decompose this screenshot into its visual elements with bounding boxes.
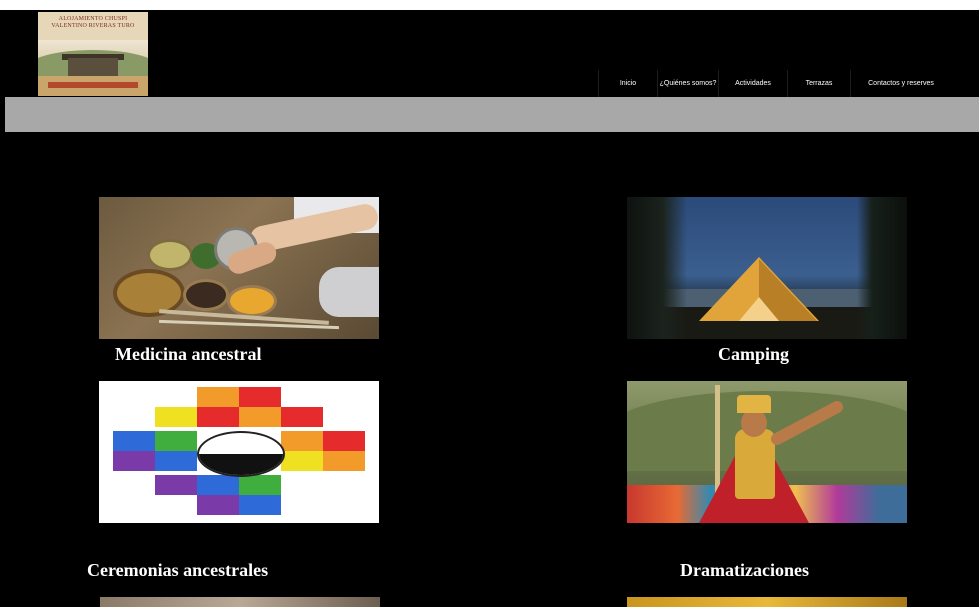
logo-path (48, 82, 138, 88)
main-nav: Inicio ¿Quiénes somos? Actividades Terra… (598, 70, 946, 98)
medicina-ancestral-image[interactable] (99, 197, 379, 339)
nav-item-actividades[interactable]: Actividades (718, 70, 787, 98)
medicina-ancestral-title: Medicina ancestral (115, 344, 262, 364)
nav-item-terrazas[interactable]: Terrazas (787, 70, 850, 98)
next-activity-image-left[interactable] (100, 597, 380, 607)
nav-item-contactos[interactable]: Contactos y reserves (850, 70, 951, 98)
next-activity-image-right[interactable] (627, 597, 907, 607)
site-logo[interactable]: ALOJAMIENTO CHUSPI VALENTINO RIVERAS TUR… (38, 12, 148, 96)
ceremonias-ancestrales-image[interactable] (99, 381, 379, 523)
camping-title: Camping (718, 344, 790, 364)
gray-banner-bar (5, 97, 979, 132)
logo-building (68, 58, 118, 76)
logo-text: ALOJAMIENTO CHUSPI VALENTINO RIVERAS TUR… (51, 16, 135, 29)
nav-item-inicio[interactable]: Inicio (598, 70, 657, 98)
top-strip (0, 0, 979, 10)
ceremonias-ancestrales-title: Ceremonias ancestrales (87, 560, 269, 580)
camping-image[interactable] (627, 197, 907, 339)
page-body: ALOJAMIENTO CHUSPI VALENTINO RIVERAS TUR… (0, 10, 979, 607)
nav-item-quienes-somos[interactable]: ¿Quiénes somos? (657, 70, 718, 98)
dramatizaciones-image[interactable] (627, 381, 907, 523)
wiphala-center-emblem (197, 431, 285, 477)
dramatizaciones-title: Dramatizaciones (680, 560, 809, 580)
